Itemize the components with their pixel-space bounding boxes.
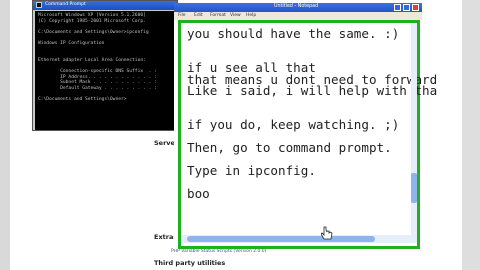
menu-item-edit[interactable]: Edit <box>194 13 203 18</box>
horizontal-scroll-thumb[interactable] <box>187 236 375 242</box>
notepad-window[interactable]: Untitled - Notepad File Edit Format View Hel… <box>174 3 437 249</box>
cmd-output-line: C:\Documents and Settings\Owner> <box>38 97 127 102</box>
notepad-window-title: Untitled - Notepad <box>274 4 319 9</box>
notepad-menubar: File Edit Format View Help <box>174 12 422 20</box>
notepad-text-line: if you do, keep watching. ;) <box>187 117 400 133</box>
cmd-console-output[interactable]: Microsoft Windows XP [Version 5.1.2600](… <box>35 11 175 130</box>
menu-item-view[interactable]: View <box>230 13 241 18</box>
cmd-output-line: Connection-specific DNS Suffix . : <box>38 69 157 74</box>
menu-item-help[interactable]: Help <box>246 13 256 18</box>
cmd-output-line: Default Gateway . . . . . . . . . : <box>38 85 157 91</box>
vertical-scrollbar[interactable] <box>411 23 417 235</box>
notepad-text-line: you should have the same. :) <box>187 26 400 41</box>
maximize-button[interactable] <box>403 4 410 11</box>
hand-cursor-icon <box>321 226 333 240</box>
cmd-output-line: Windows IP Configuration <box>38 41 105 46</box>
command-prompt-window[interactable]: Command Prompt Microsoft Windows XP [Ver… <box>32 0 178 131</box>
browser-left-edge <box>0 0 10 270</box>
menu-item-file[interactable]: File <box>178 13 186 18</box>
cmd-output-line: C:\Documents and Settings\Owner>ipconfig <box>38 29 149 35</box>
notepad-text-line: Type in ipconfig. <box>187 162 316 178</box>
third-party-utilities-label: Third party utilities <box>154 259 226 267</box>
menu-item-format[interactable]: Format <box>210 13 226 18</box>
horizontal-scrollbar[interactable] <box>181 235 417 243</box>
cmd-output-line: Microsoft Windows XP [Version 5.1.2600] <box>38 13 146 18</box>
cmd-output-line: Subnet Mask . . . . . . . . . . . : <box>38 80 157 86</box>
vertical-scroll-thumb[interactable] <box>411 173 417 203</box>
cmd-output-line: IP Address. . . . . . . . . . . . : <box>38 74 157 80</box>
cmd-window-title: Command Prompt <box>45 2 86 7</box>
notepad-text-line: boo <box>187 185 210 201</box>
cmd-output-line: (C) Copyright 1985-2001 Microsoft Corp. <box>38 18 146 24</box>
notepad-titlebar[interactable]: Untitled - Notepad <box>174 3 422 12</box>
minimize-button[interactable] <box>394 4 401 11</box>
php-scripts-link[interactable]: PHP Variable Status Scripts (Version 2.0… <box>171 249 266 254</box>
cmd-titlebar[interactable]: Command Prompt <box>33 1 177 10</box>
notepad-text-area[interactable]: you should have the same. :) if u see all… <box>178 20 437 249</box>
cmd-output-line: Ethernet adapter Local Area Connection: <box>38 57 146 63</box>
close-button[interactable] <box>412 4 419 11</box>
browser-right-edge <box>462 0 480 270</box>
notepad-text-line: Then, go to command prompt. <box>187 140 392 155</box>
notepad-text-line: Like i said, i will help with tha <box>187 83 438 98</box>
cmd-window-icon <box>36 2 42 8</box>
